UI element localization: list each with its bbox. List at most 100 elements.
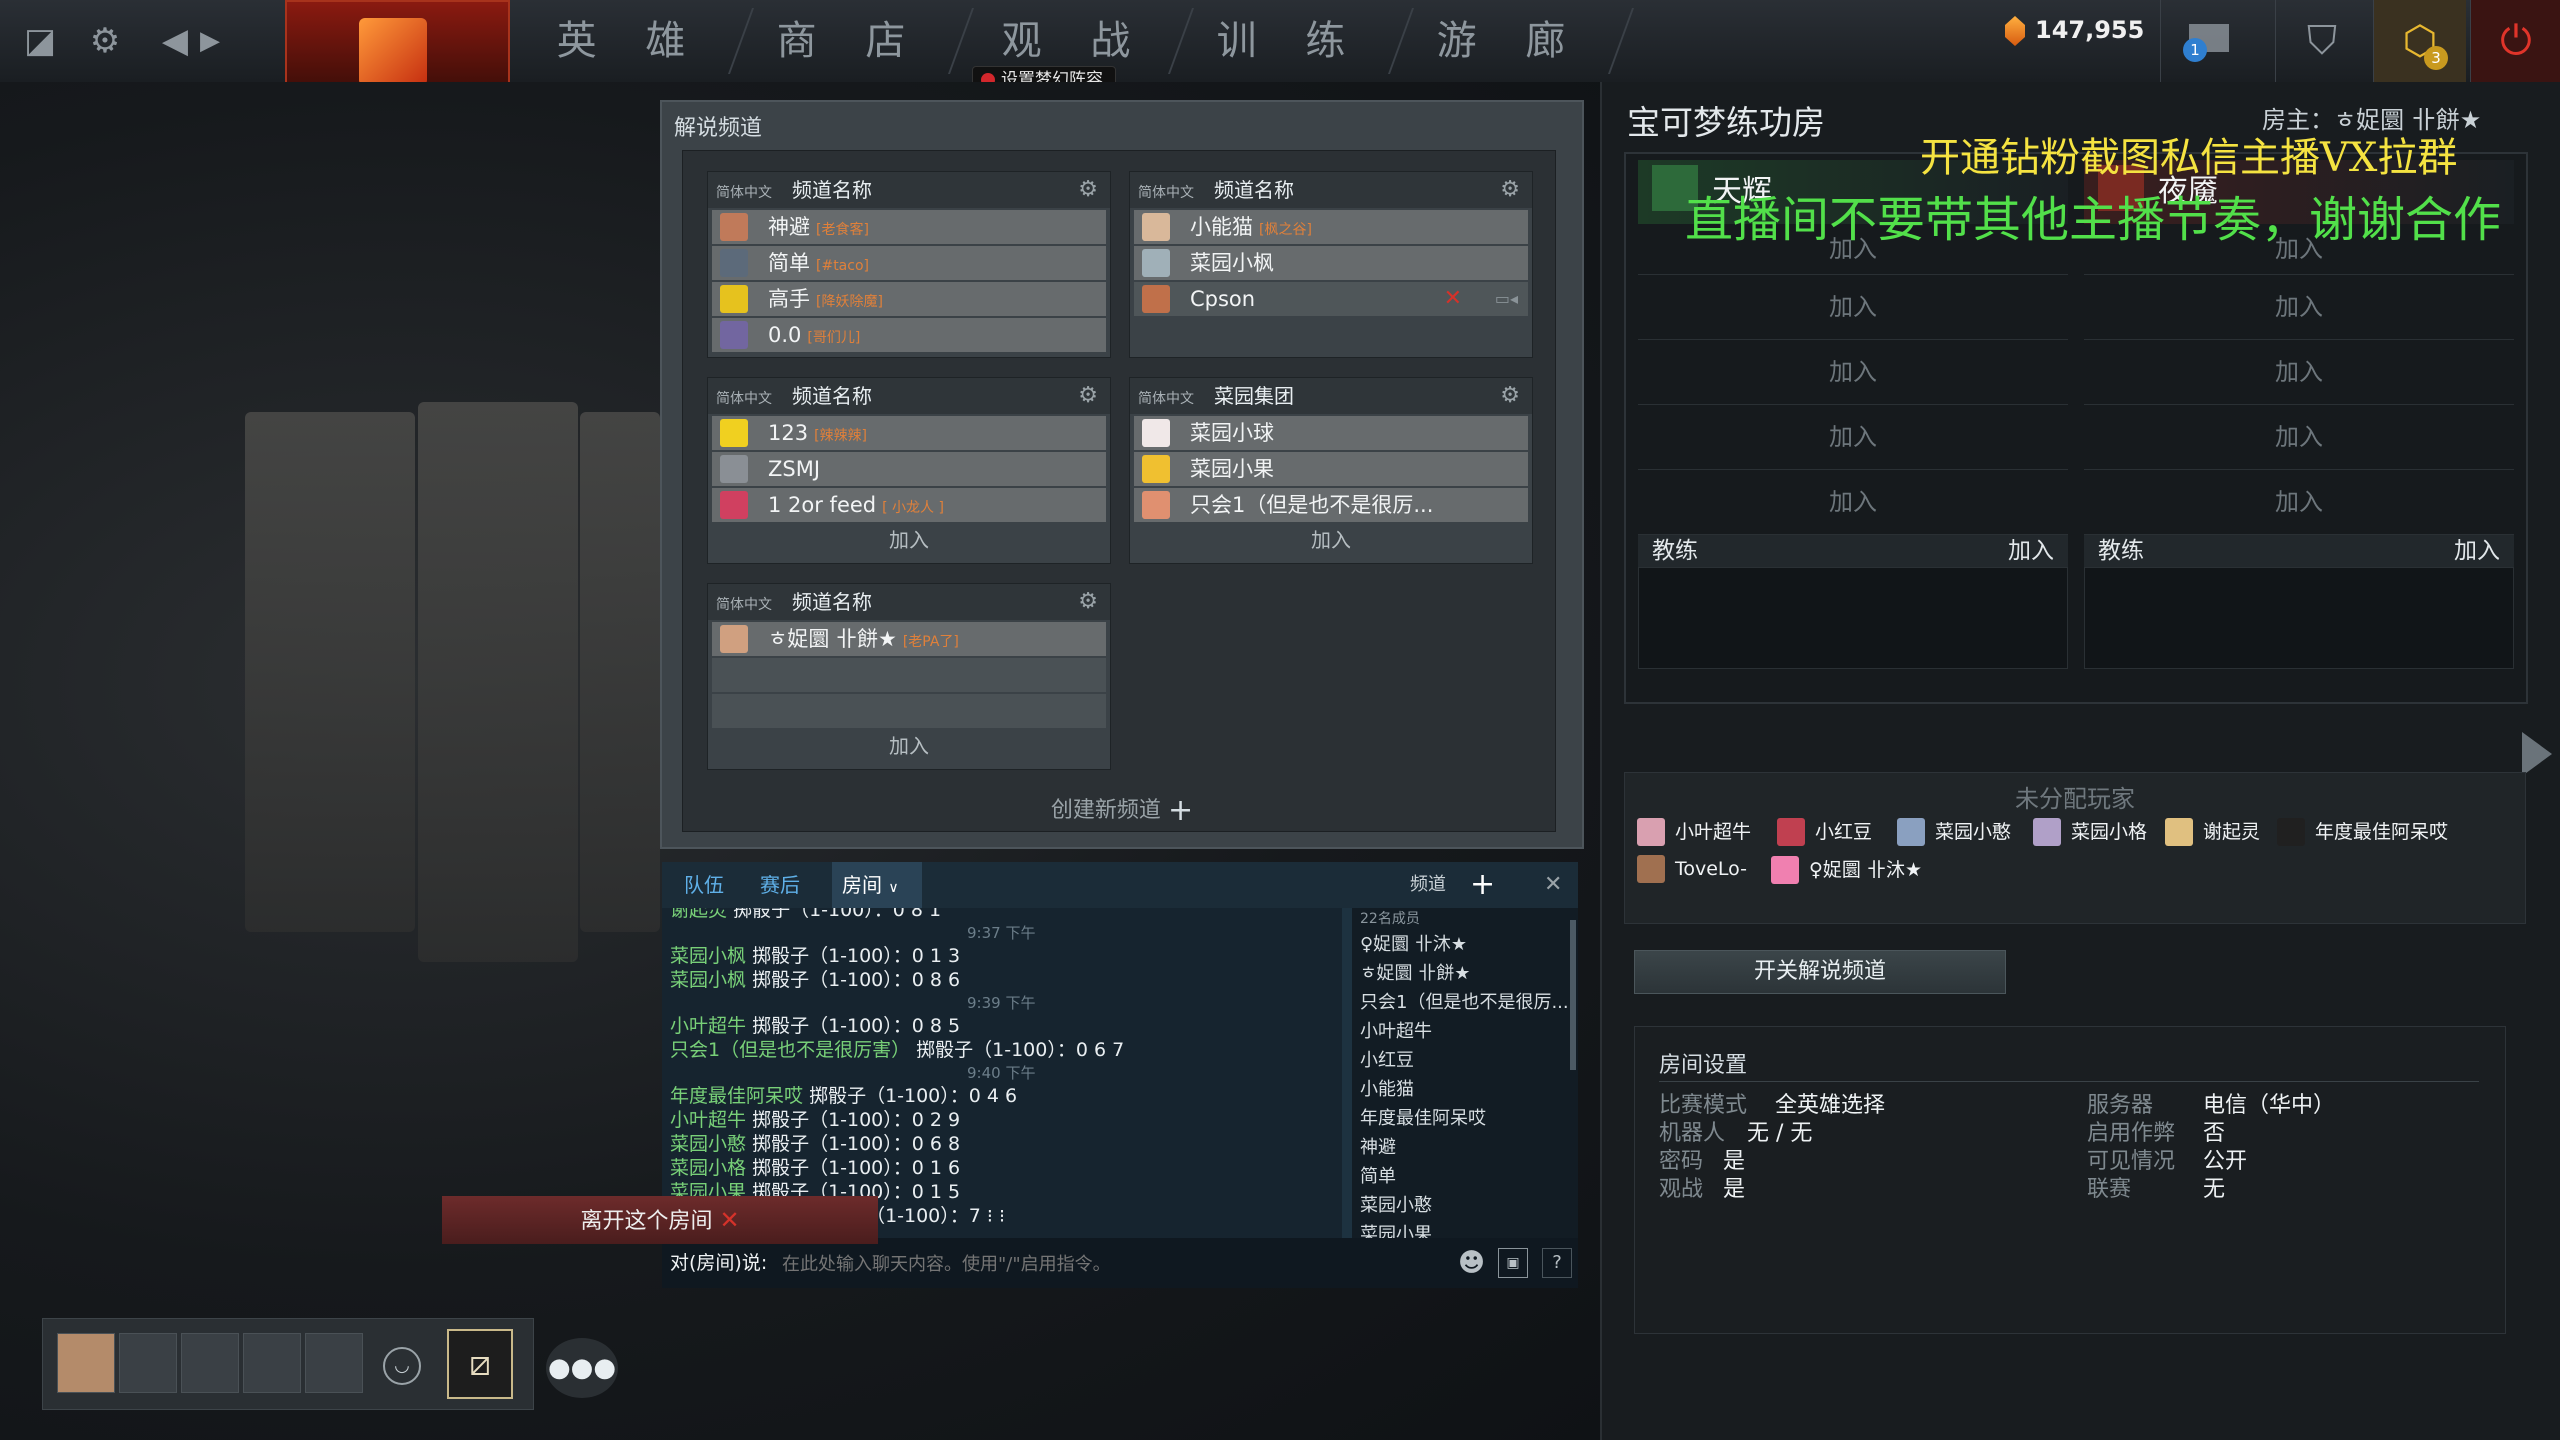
chat-sender[interactable]: 菜园小憨 [670,1133,746,1155]
headset-icon[interactable]: ◡ [383,1347,421,1385]
toggle-casting-button[interactable]: 开关解说频道 [1634,950,2006,994]
kick-icon[interactable]: ✕ [1444,282,1462,316]
leave-room-button[interactable]: 离开这个房间 ✕ [442,1196,878,1244]
chat-sender[interactable]: 只会1（但是也不是很厉害） [670,1039,910,1061]
join-channel-button[interactable]: 加入 [708,522,1110,558]
chat-sender[interactable]: 菜园小格 [670,1157,746,1179]
chat-sender[interactable]: 小叶超牛 [670,1109,746,1131]
scrollbar[interactable] [1570,920,1576,1070]
gear-icon[interactable]: ⚙ [1500,378,1520,414]
party-slot[interactable] [119,1333,177,1393]
power-button[interactable]: ⏻ [2470,0,2560,82]
camera-icon[interactable]: ▭◂ [1495,282,1518,316]
team-slot[interactable]: 加入 [2084,470,2514,535]
nav-heroes[interactable]: 英 雄 [530,0,730,82]
unassigned-player[interactable]: 年度最佳阿呆哎 [2277,817,2448,846]
chat-member[interactable]: 只会1（但是也不是很厉... [1352,988,1578,1017]
chat-member[interactable]: 菜园小果 [1352,1220,1578,1238]
shards-counter[interactable]: 147,955 [2005,16,2144,46]
mail-button[interactable]: 1 [2160,0,2253,82]
team-slot[interactable]: 加入 [2084,405,2514,470]
gear-icon[interactable]: ⚙ [75,0,135,82]
chat-member[interactable]: 小红豆 [1352,1046,1578,1075]
chat-member[interactable]: 菜园小憨 [1352,1191,1578,1220]
unassigned-player[interactable]: 小叶超牛 [1637,817,1751,846]
chat-member[interactable]: ♀娖圜 卝沐★ [1352,930,1578,959]
channel-member[interactable]: Cpson ✕ ▭◂ [1134,282,1528,316]
party-slot[interactable] [181,1333,239,1393]
close-icon[interactable]: ✕ [1544,862,1562,908]
team-slot[interactable]: 加入 [1638,405,2068,470]
unassigned-player[interactable]: ♀娖圜 卝沐★ [1771,855,1922,884]
tab-team[interactable]: 队伍 [684,862,724,908]
armory-button[interactable]: ⛉ [2275,0,2368,82]
channel-member[interactable]: 菜园小果 [1134,452,1528,486]
team-slot[interactable]: 加入 [2084,275,2514,340]
gear-icon[interactable]: ⚙ [1078,172,1098,208]
channel-member[interactable]: 小能猫 [枫之谷] [1134,210,1528,244]
help-icon[interactable]: ? [1542,1248,1572,1278]
channel-member[interactable]: 0.0 [哥们儿] [712,318,1106,352]
create-channel-button[interactable]: 创建新频道 + [662,792,1582,828]
chat-sender[interactable]: 年度最佳阿呆哎 [670,1085,803,1107]
chat-sender[interactable]: 谢起灵 [670,908,727,921]
gear-icon[interactable]: ⚙ [1078,584,1098,620]
chat-member[interactable]: 小能猫 [1352,1075,1578,1104]
dota-home-button[interactable] [285,0,510,95]
chat-member[interactable]: 神避 [1352,1133,1578,1162]
channel-member[interactable]: 只会1（但是也不是很厉... [1134,488,1528,522]
dota-logo-icon[interactable]: ◪ [10,0,70,82]
team-slot[interactable]: 加入 [1638,340,2068,405]
channel-member[interactable]: 菜园小球 [1134,416,1528,450]
channel-member[interactable]: 菜园小枫 [1134,246,1528,280]
unassigned-player[interactable]: 菜园小格 [2033,817,2147,846]
join-channel-button[interactable]: 加入 [708,728,1110,764]
join-coach-button[interactable]: 加入 [2454,535,2500,567]
emoji-icon[interactable]: ☻ [1458,1238,1485,1288]
back-arrow-icon[interactable]: ◀ [155,0,195,82]
channel-member[interactable]: ZSMJ [712,452,1106,486]
channel-member[interactable]: 123 [辣辣辣] [712,416,1106,450]
rank-medal-icon[interactable]: ⧄ [447,1329,513,1399]
coach-slot[interactable] [2084,567,2514,669]
nav-store[interactable]: 商 店 [750,0,950,82]
nav-arcade[interactable]: 游 廊 [1410,0,1610,82]
unassigned-player[interactable]: ToveLo- [1637,855,1747,883]
screenshot-icon[interactable]: ▣ [1498,1248,1528,1278]
chat-sender[interactable]: 菜园小枫 [670,969,746,991]
coach-slot[interactable] [1638,567,2068,669]
nav-learn[interactable]: 训 练 [1190,0,1390,82]
channel-member[interactable]: 神避 [老食客] [712,210,1106,244]
unassigned-player[interactable]: 小红豆 [1777,817,1872,846]
chat-sender[interactable]: 小叶超牛 [670,1015,746,1037]
unassigned-player[interactable]: 菜园小憨 [1897,817,2011,846]
forward-arrow-icon[interactable]: ▶ [195,0,225,82]
team-slot[interactable]: 加入 [1638,275,2068,340]
channel-label[interactable]: 频道 [1410,862,1446,908]
chat-member[interactable]: 年度最佳阿呆哎 [1352,1104,1578,1133]
party-slot[interactable] [243,1333,301,1393]
chat-input[interactable] [780,1248,1384,1280]
chat-member[interactable]: 简单 [1352,1162,1578,1191]
gear-icon[interactable]: ⚙ [1078,378,1098,414]
add-channel-icon[interactable]: + [1470,862,1495,908]
chat-member[interactable]: 小叶超牛 [1352,1017,1578,1046]
join-channel-button[interactable]: 加入 [1130,522,1532,558]
tab-postgame[interactable]: 赛后 [760,862,800,908]
channel-member[interactable]: 1 2or feed[ 小龙人 ] [712,488,1106,522]
channel-member[interactable]: 简单 [#taco] [712,246,1106,280]
channel-member[interactable]: 高手 [降妖除魔] [712,282,1106,316]
tab-room[interactable]: 房间 ∨ [832,862,922,908]
chat-sender[interactable]: 菜园小枫 [670,945,746,967]
team-slot[interactable]: 加入 [2084,340,2514,405]
gear-icon[interactable]: ⚙ [1500,172,1520,208]
plus-button[interactable]: ⬡ 3 [2373,0,2466,82]
chat-member[interactable]: ㅎ娖圜 卝餅★ [1352,959,1578,988]
party-avatar[interactable] [57,1333,115,1393]
join-coach-button[interactable]: 加入 [2008,535,2054,567]
channel-member[interactable]: ㅎ娖圜 卝餅★ [老PA了] [712,622,1106,656]
expand-arrow-icon[interactable] [2522,732,2552,776]
party-slot[interactable] [305,1333,363,1393]
team-slot[interactable]: 加入 [1638,470,2068,535]
unassigned-player[interactable]: 谢起灵 [2165,817,2260,846]
